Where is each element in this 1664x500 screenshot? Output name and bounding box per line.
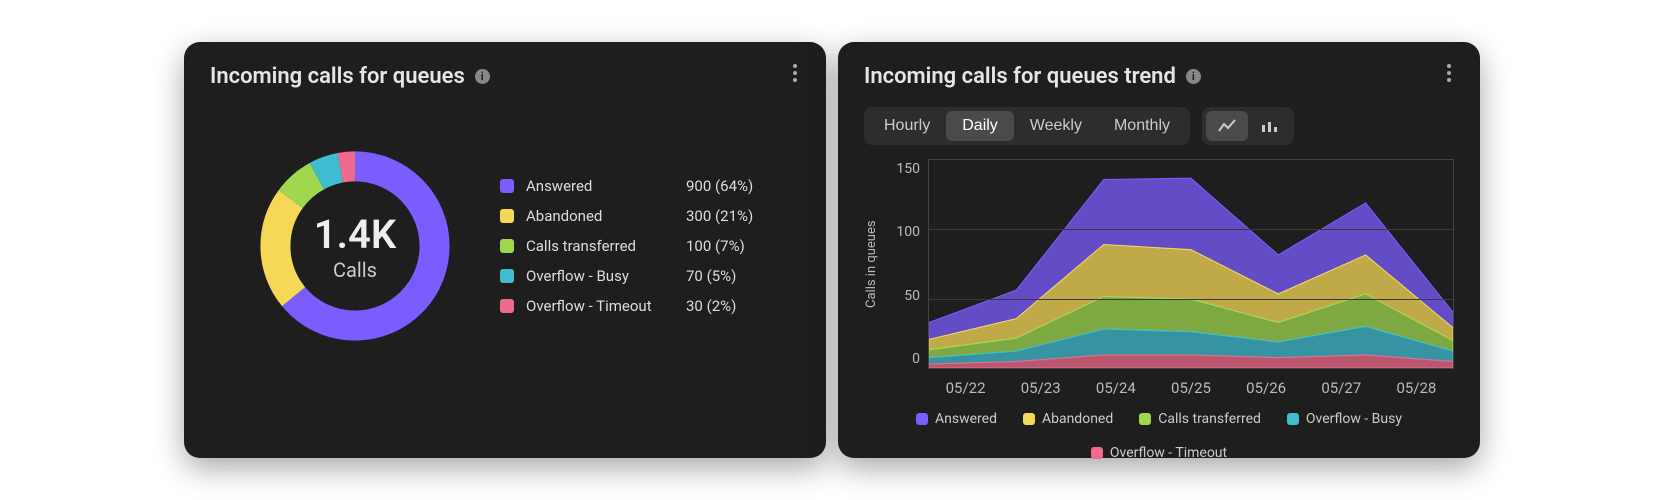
legend-item: Abandoned — [1023, 411, 1113, 427]
y-tick: 150 — [896, 161, 920, 177]
interval-monthly[interactable]: Monthly — [1098, 111, 1186, 141]
legend-label: Answered — [935, 411, 997, 427]
legend-swatch — [1091, 447, 1103, 459]
card-menu-button[interactable] — [1436, 60, 1462, 86]
legend-swatch — [1139, 413, 1151, 425]
y-tick: 0 — [912, 351, 920, 367]
legend-label: Overflow - Timeout — [526, 297, 686, 315]
card-title: Incoming calls for queues trend i — [864, 64, 1454, 89]
legend-swatch — [916, 413, 928, 425]
legend-label: Calls transferred — [1158, 411, 1261, 427]
legend-value: 70 (5%) — [686, 267, 766, 285]
legend-swatch — [500, 239, 514, 253]
title-text: Incoming calls for queues — [210, 64, 465, 89]
x-tick: 05/26 — [1229, 379, 1304, 397]
legend-swatch — [500, 269, 514, 283]
x-tick: 05/23 — [1003, 379, 1078, 397]
area-chart — [928, 159, 1454, 369]
legend-row: Answered900 (64%) — [500, 171, 766, 201]
x-tick: 05/24 — [1078, 379, 1153, 397]
info-icon[interactable]: i — [1186, 69, 1201, 84]
chart-type-toggle — [1202, 107, 1294, 145]
legend-label: Abandoned — [526, 207, 686, 225]
legend-row: Overflow - Timeout30 (2%) — [500, 291, 766, 321]
donut-center-value: 1.4K — [314, 211, 396, 258]
card-incoming-calls-trend: Incoming calls for queues trend i Hourly… — [838, 42, 1480, 458]
interval-daily[interactable]: Daily — [946, 111, 1014, 141]
y-axis-label: Calls in queues — [864, 159, 882, 369]
legend-swatch — [1287, 413, 1299, 425]
legend-row: Calls transferred100 (7%) — [500, 231, 766, 261]
x-tick: 05/22 — [928, 379, 1003, 397]
legend-item: Calls transferred — [1139, 411, 1261, 427]
line-chart-icon[interactable] — [1206, 111, 1248, 141]
legend-value: 30 (2%) — [686, 297, 766, 315]
legend-value: 900 (64%) — [686, 177, 766, 195]
legend-swatch — [500, 299, 514, 313]
legend-row: Abandoned300 (21%) — [500, 201, 766, 231]
y-axis-ticks: 150 100 50 0 — [882, 159, 928, 369]
card-incoming-calls-queues: Incoming calls for queues i 1.4K Calls A… — [184, 42, 826, 458]
legend-label: Abandoned — [1042, 411, 1113, 427]
y-tick: 50 — [904, 288, 920, 304]
legend-label: Overflow - Busy — [526, 267, 686, 285]
y-tick: 100 — [896, 224, 920, 240]
interval-segmented-control: HourlyDailyWeeklyMonthly — [864, 107, 1190, 145]
title-text: Incoming calls for queues trend — [864, 64, 1176, 89]
x-axis-ticks: 05/2205/2305/2405/2505/2605/2705/28 — [928, 379, 1454, 397]
interval-weekly[interactable]: Weekly — [1014, 111, 1098, 141]
legend-label: Calls transferred — [526, 237, 686, 255]
interval-hourly[interactable]: Hourly — [868, 111, 946, 141]
legend-row: Overflow - Busy70 (5%) — [500, 261, 766, 291]
legend-label: Overflow - Timeout — [1110, 445, 1227, 461]
donut-center-label: Calls — [333, 258, 377, 282]
card-title: Incoming calls for queues i — [210, 64, 800, 89]
legend-item: Answered — [916, 411, 997, 427]
donut-chart: 1.4K Calls — [250, 141, 460, 351]
legend-value: 300 (21%) — [686, 207, 766, 225]
trend-legend: Answered Abandoned Calls transferred Overfl… — [864, 411, 1454, 461]
legend-value: 100 (7%) — [686, 237, 766, 255]
legend-swatch — [500, 209, 514, 223]
bar-chart-icon[interactable] — [1248, 111, 1290, 141]
card-menu-button[interactable] — [782, 60, 808, 86]
legend-item: Overflow - Timeout — [1091, 445, 1227, 461]
legend-swatch — [1023, 413, 1035, 425]
x-tick: 05/27 — [1304, 379, 1379, 397]
info-icon[interactable]: i — [475, 69, 490, 84]
legend-swatch — [500, 179, 514, 193]
legend-item: Overflow - Busy — [1287, 411, 1402, 427]
legend-label: Answered — [526, 177, 686, 195]
donut-legend: Answered900 (64%)Abandoned300 (21%)Calls… — [500, 171, 766, 321]
legend-label: Overflow - Busy — [1306, 411, 1402, 427]
x-tick: 05/25 — [1153, 379, 1228, 397]
x-tick: 05/28 — [1379, 379, 1454, 397]
